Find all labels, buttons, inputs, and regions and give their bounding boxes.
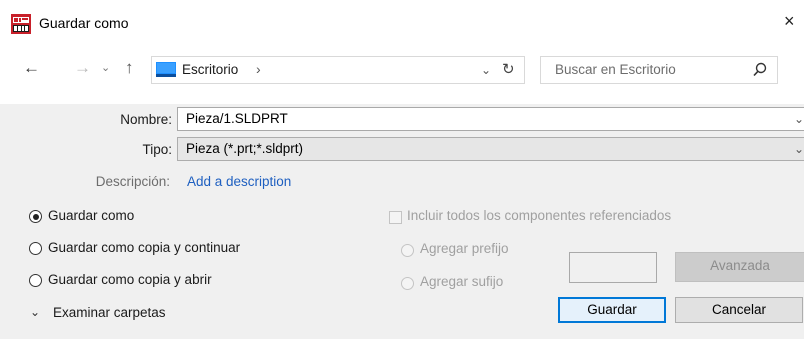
radio-add-suffix[interactable]: [401, 277, 414, 290]
save-button[interactable]: Guardar: [558, 297, 666, 323]
browse-folders-chevron-icon[interactable]: ⌄: [30, 305, 40, 319]
file-type-select[interactable]: Pieza (*.prt;*.sldprt) ⌄: [177, 137, 804, 161]
address-dropdown-chevron-icon[interactable]: ⌄: [481, 63, 491, 77]
address-bar[interactable]: Escritorio › ⌄ ↻: [151, 56, 525, 84]
prefix-suffix-input[interactable]: [569, 252, 657, 283]
advanced-button[interactable]: Avanzada: [675, 252, 804, 282]
radio-save-as[interactable]: [29, 210, 42, 223]
add-suffix-label: Agregar sufijo: [420, 274, 504, 289]
file-type-chevron-icon[interactable]: ⌄: [794, 142, 804, 156]
description-label: Descripción:: [95, 174, 170, 189]
filename-field[interactable]: Pieza/1.SLDPRT ⌄: [177, 107, 804, 131]
up-arrow-icon[interactable]: ↑: [125, 58, 134, 78]
add-description-link[interactable]: Add a description: [187, 174, 291, 189]
option-save-copy-continue-label[interactable]: Guardar como copia y continuar: [48, 240, 240, 255]
file-type-value[interactable]: Pieza (*.prt;*.sldprt): [186, 141, 303, 156]
window-title: Guardar como: [39, 15, 129, 31]
desktop-icon: [156, 62, 176, 77]
back-arrow-icon[interactable]: ←: [23, 58, 40, 78]
radio-save-copy-open[interactable]: [29, 274, 42, 287]
search-icon[interactable]: [752, 61, 768, 79]
breadcrumb-chevron-icon[interactable]: ›: [256, 61, 261, 77]
type-label: Tipo:: [142, 142, 172, 157]
radio-save-copy-continue[interactable]: [29, 242, 42, 255]
search-input[interactable]: Buscar en Escritorio: [555, 62, 676, 77]
radio-add-prefix[interactable]: [401, 244, 414, 257]
option-save-as-label[interactable]: Guardar como: [48, 208, 134, 223]
cancel-button[interactable]: Cancelar: [675, 297, 803, 323]
include-references-checkbox[interactable]: [389, 211, 402, 224]
recent-locations-chevron-icon[interactable]: ⌄: [101, 61, 110, 74]
include-references-label: Incluir todos los componentes referencia…: [407, 208, 672, 223]
option-save-copy-open-label[interactable]: Guardar como copia y abrir: [48, 272, 212, 287]
close-icon[interactable]: ×: [784, 11, 795, 32]
filename-dropdown-chevron-icon[interactable]: ⌄: [794, 112, 804, 126]
solidworks-app-icon: [11, 14, 31, 34]
name-label: Nombre:: [120, 112, 172, 127]
address-location[interactable]: Escritorio: [182, 62, 238, 77]
browse-folders-toggle[interactable]: Examinar carpetas: [53, 305, 166, 320]
forward-arrow-icon[interactable]: →: [74, 58, 91, 78]
search-box[interactable]: Buscar en Escritorio: [540, 56, 778, 84]
filename-value[interactable]: Pieza/1.SLDPRT: [186, 111, 288, 126]
refresh-icon[interactable]: ↻: [502, 60, 515, 78]
add-prefix-label: Agregar prefijo: [420, 241, 509, 256]
